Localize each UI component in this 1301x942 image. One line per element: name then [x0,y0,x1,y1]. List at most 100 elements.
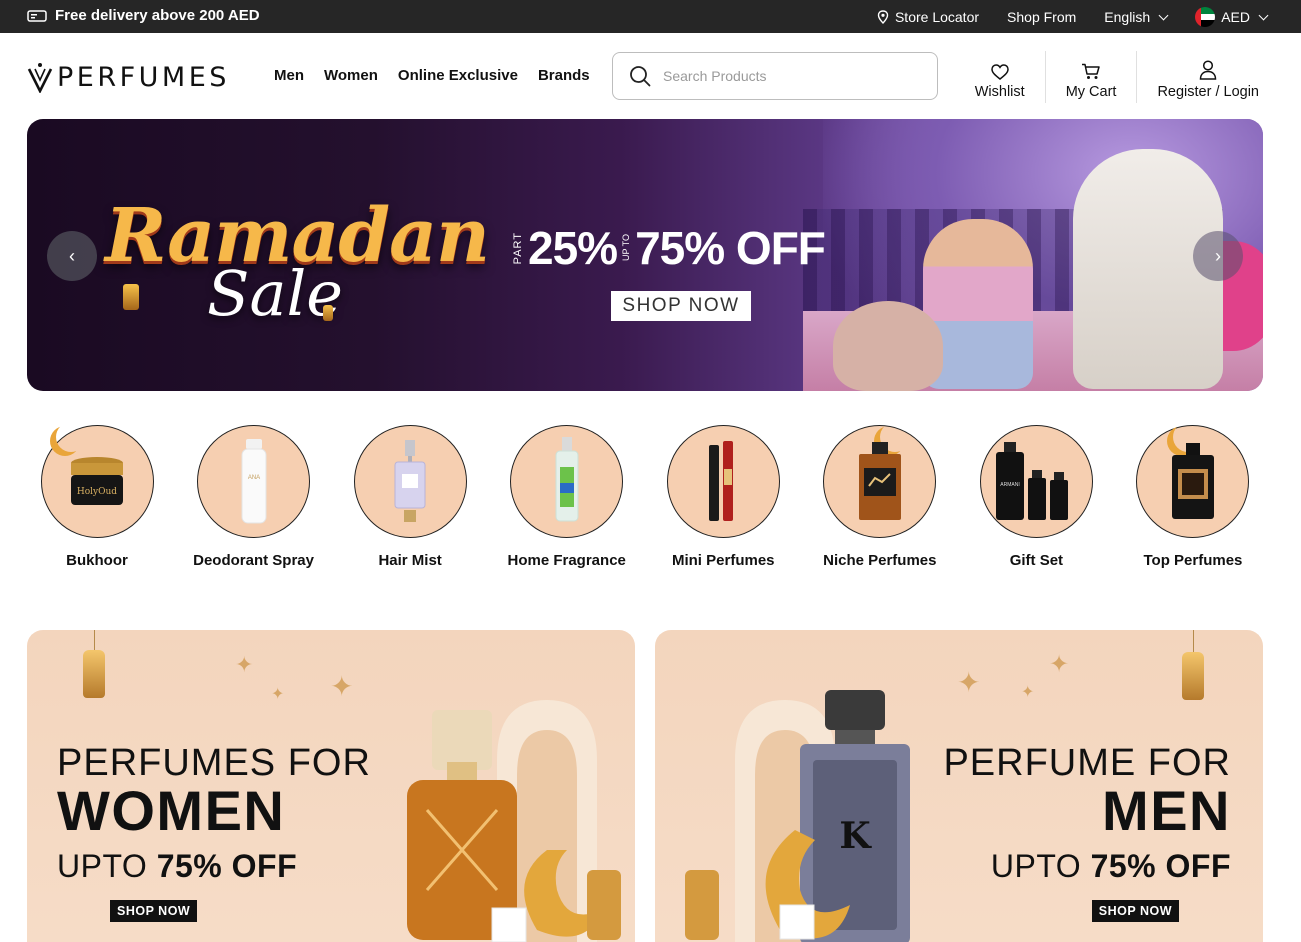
offer-upto-label: UP TO [621,234,632,262]
delivery-icon [27,9,47,22]
store-locator-label: Store Locator [894,9,980,25]
women-banner-offer: UPTO 75% OFF [57,848,297,885]
offer-low-value: 25% [528,222,618,274]
hero-offer: PART 25% UP TO 75% OFF [512,221,826,275]
free-delivery-promo: Free delivery above 200 AED [27,7,260,24]
category-image [1136,425,1250,538]
hero-next-button[interactable]: › [1193,231,1243,281]
uae-flag-icon [1195,7,1216,27]
site-logo[interactable]: PERFUMES [27,61,230,93]
category-image: ARMANI [979,425,1093,538]
men-shop-now-button[interactable]: SHOP NOW [1091,900,1179,922]
category-list: HolyOud Bukhoor ANA Deodorant Spray Hair… [27,425,1263,569]
svg-text:HolyOud: HolyOud [77,487,117,497]
offer-prefix: UPTO [990,848,1082,884]
top-perfume-bottle-icon [1171,442,1214,519]
bukhoor-jar-icon: HolyOud [71,456,123,505]
category-label: Deodorant Spray [193,552,314,569]
chevron-down-icon [1158,10,1169,20]
chevron-right-icon: › [1215,245,1221,266]
site-header: PERFUMES Men Women Online Exclusive Bran… [0,33,1301,119]
offer-value: 75% OFF [156,848,298,884]
category-mini-perfumes[interactable]: Mini Perfumes [653,425,793,569]
heart-icon [990,64,1009,80]
sparkle-icon: ✦ [957,667,981,698]
svg-text:K: K [839,815,872,857]
category-home-fragrance[interactable]: Home Fragrance [497,425,637,569]
category-top-perfumes[interactable]: Top Perfumes [1123,425,1263,569]
chevron-left-icon: ‹ [69,245,75,266]
men-perfumes-banner[interactable]: ✦ ✦ ✦ PERFUME FOR MEN UPTO 75% OFF SHOP … [655,630,1263,942]
category-hair-mist[interactable]: Hair Mist [340,425,480,569]
offer-prefix: UPTO [57,848,148,884]
home-spray-bottle-icon [555,436,579,521]
deodorant-can-icon: ANA [241,438,267,523]
sparkle-icon: ✦ [1049,651,1070,678]
nav-brands[interactable]: Brands [538,67,590,84]
main-nav: Men Women Online Exclusive Brands [274,67,590,84]
crescent-moon-icon [56,422,86,452]
women-perfumes-banner[interactable]: ✦ ✦ ✦ PERFUMES FOR WOMEN UPTO 75% OFF SH… [27,630,635,942]
nav-online-exclusive[interactable]: Online Exclusive [398,67,518,84]
cart-icon [1082,63,1100,79]
language-label: English [1104,9,1151,25]
category-image: ANA [197,425,311,538]
hero-banner[interactable]: Ramadan Sale PART 25% UP TO 75% OFF SHOP… [27,119,1263,391]
category-image [510,425,624,538]
sparkle-icon: ✦ [330,671,354,702]
category-deodorant-spray[interactable]: ANA Deodorant Spray [184,425,324,569]
search-box [612,52,938,100]
men-banner-offer: UPTO 75% OFF [991,848,1231,885]
category-label: Gift Set [1009,552,1064,569]
category-niche-perfumes[interactable]: Niche Perfumes [810,425,950,569]
category-image: HolyOud [40,422,154,538]
cart-label: My Cart [1065,84,1117,100]
women-shop-now-button[interactable]: SHOP NOW [110,900,198,922]
wishlist-label: Wishlist [974,84,1025,100]
offer-value: 75% OFF [1090,848,1231,884]
hero-shop-now-button[interactable]: SHOP NOW [611,291,751,321]
category-image [823,425,937,538]
women-perfume-arch-illustration [407,700,621,942]
lantern-icon [83,650,105,698]
offer-part-label: PART [512,231,524,265]
offer-high-value: 75% OFF [635,222,826,274]
search-input[interactable] [663,68,913,84]
svg-text:ANA: ANA [247,475,259,481]
gift-set-bottles-icon: ARMANI [996,441,1069,520]
store-locator-link[interactable]: Store Locator [877,9,979,25]
wishlist-button[interactable]: Wishlist [955,51,1045,103]
location-pin-icon [877,10,889,24]
nav-women[interactable]: Women [324,67,378,84]
lantern-string [94,630,95,650]
category-image [353,425,467,538]
lantern-icon [1182,652,1204,700]
category-gift-set[interactable]: ARMANI Gift Set [966,425,1106,569]
category-label: Hair Mist [378,552,442,569]
promo-text: Free delivery above 200 AED [55,7,260,24]
category-label: Mini Perfumes [671,552,775,569]
hero-teddy-bear [833,301,943,391]
sparkle-icon: ✦ [235,652,254,677]
cart-button[interactable]: My Cart [1044,51,1137,103]
women-banner-line2: WOMEN [57,779,286,842]
hero-prev-button[interactable]: ‹ [47,231,97,281]
currency-selector[interactable]: AED [1195,7,1269,27]
user-icon [1199,60,1217,80]
logo-mark-icon [27,63,53,93]
language-selector[interactable]: English [1104,9,1169,25]
shop-from-link[interactable]: Shop From [1007,9,1076,25]
chevron-down-icon [1258,10,1269,20]
top-bar: Free delivery above 200 AED Store Locato… [0,0,1301,33]
logo-text: PERFUMES [57,61,230,93]
men-perfume-arch-illustration: K [685,690,910,942]
category-label: Home Fragrance [507,552,626,569]
search-icon [630,66,651,87]
nav-men[interactable]: Men [274,67,304,84]
mini-perfume-vials-icon [709,440,734,521]
account-button[interactable]: Register / Login [1136,51,1279,103]
category-label: Niche Perfumes [823,552,937,569]
category-bukhoor[interactable]: HolyOud Bukhoor [27,425,167,569]
svg-text:ARMANI: ARMANI [1001,482,1020,488]
hair-mist-bottle-icon [394,439,426,522]
